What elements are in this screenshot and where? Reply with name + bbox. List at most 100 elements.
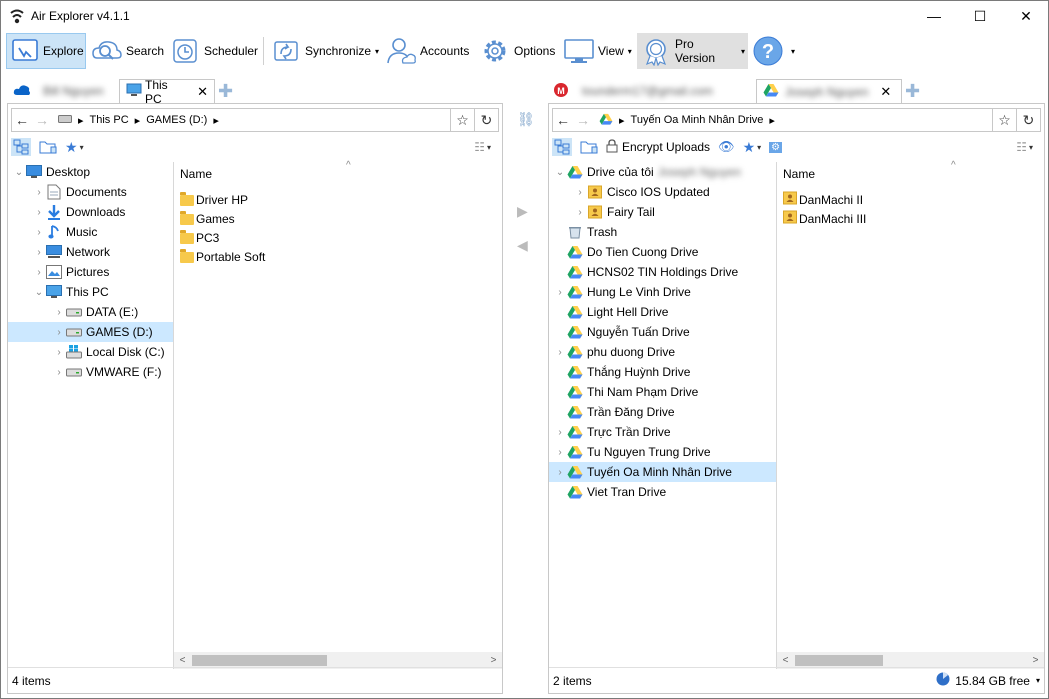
minimize-button[interactable]: —	[911, 1, 957, 31]
tree-item[interactable]: › VMWARE (F:)	[8, 362, 173, 382]
scroll-right-arrow-icon[interactable]: >	[485, 655, 502, 666]
tree-item[interactable]: › Tu Nguyen Trung Drive	[549, 442, 776, 462]
favorite-star-icon[interactable]: ☆	[992, 109, 1016, 131]
help-button[interactable]: ? ▾	[749, 33, 798, 69]
favorites-star-dropdown-icon[interactable]: ★ ▾	[743, 139, 762, 156]
expand-chevron-icon[interactable]: ›	[553, 347, 567, 358]
list-item[interactable]: Portable Soft	[180, 247, 265, 266]
view-mode-dropdown-icon[interactable]: ☷ ▾	[474, 140, 491, 154]
expand-chevron-icon[interactable]: ›	[32, 187, 46, 198]
expand-chevron-icon[interactable]: ›	[553, 287, 567, 298]
encrypt-uploads-toggle[interactable]: Encrypt Uploads	[606, 138, 710, 156]
scheduler-button[interactable]: Scheduler	[166, 33, 261, 69]
tab-mega-account[interactable]: M tounderm17@gmail.com	[548, 79, 754, 103]
expand-chevron-icon[interactable]: ›	[573, 187, 587, 198]
scroll-right-arrow-icon[interactable]: >	[1027, 655, 1044, 666]
tree-item[interactable]: Trần Đăng Drive	[549, 402, 776, 422]
back-arrow-icon[interactable]: ←	[12, 112, 32, 128]
tab-google-drive-account[interactable]: Joseph Nguyen ✕	[756, 79, 902, 103]
view-mode-dropdown-icon[interactable]: ☷ ▾	[1016, 140, 1033, 154]
copy-to-left-arrow-icon[interactable]: ◀	[517, 237, 528, 254]
expand-chevron-icon[interactable]: ›	[52, 347, 66, 358]
tree-item[interactable]: › Tuyến Oa Minh Nhân Drive	[549, 462, 776, 482]
tree-item[interactable]: › Pictures	[8, 262, 173, 282]
tree-item[interactable]: › Documents	[8, 182, 173, 202]
tree-item[interactable]: ⌄ This PC	[8, 282, 173, 302]
maximize-button[interactable]: ☐	[957, 1, 1003, 31]
tree-item[interactable]: › Fairy Tail	[549, 202, 776, 222]
add-tab-icon[interactable]: ✚	[218, 81, 233, 102]
title-bar[interactable]: Air Explorer v4.1.1 — ☐ ✕	[1, 1, 1048, 31]
tree-item[interactable]: Nguyễn Tuấn Drive	[549, 322, 776, 342]
tree-item[interactable]: Light Hell Drive	[549, 302, 776, 322]
scrollbar-thumb[interactable]	[795, 655, 883, 666]
expand-chevron-icon[interactable]: ›	[553, 427, 567, 438]
pro-version-button[interactable]: Pro Version ▾	[637, 33, 748, 69]
expand-chevron-icon[interactable]: ›	[573, 207, 587, 218]
expand-chevron-icon[interactable]: ›	[553, 467, 567, 478]
tree-item[interactable]: › Network	[8, 242, 173, 262]
list-item[interactable]: DanMachi III	[783, 209, 866, 228]
tab-onedrive-account[interactable]: Bill Nguyen	[7, 79, 119, 103]
tree-item[interactable]: Viet Tran Drive	[549, 482, 776, 502]
favorites-star-dropdown-icon[interactable]: ★ ▾	[65, 139, 84, 156]
expand-chevron-icon[interactable]: ›	[52, 327, 66, 338]
collapse-chevron-icon[interactable]: ⌄	[12, 167, 26, 178]
list-item[interactable]: PC3	[180, 228, 219, 247]
collapse-chevron-icon[interactable]: ⌄	[553, 167, 567, 178]
close-tab-icon[interactable]: ✕	[197, 84, 208, 100]
new-folder-icon[interactable]	[39, 139, 57, 155]
scroll-left-arrow-icon[interactable]: <	[174, 655, 191, 666]
expand-chevron-icon[interactable]: ›	[32, 207, 46, 218]
list-item[interactable]: DanMachi II	[783, 190, 863, 209]
tree-item[interactable]: HCNS02 TIN Holdings Drive	[549, 262, 776, 282]
tree-item[interactable]: › Trực Trần Drive	[549, 422, 776, 442]
explore-button[interactable]: Explore	[6, 33, 86, 69]
close-window-button[interactable]: ✕	[1003, 1, 1049, 31]
expand-chevron-icon[interactable]: ›	[52, 307, 66, 318]
expand-chevron-icon[interactable]: ›	[52, 367, 66, 378]
scrollbar-thumb[interactable]	[192, 655, 327, 666]
refresh-icon[interactable]: ↻	[474, 109, 498, 131]
tree-item[interactable]: › DATA (E:)	[8, 302, 173, 322]
tree-view-toggle-icon[interactable]	[11, 138, 31, 156]
accounts-button[interactable]: Accounts	[382, 33, 472, 69]
tree-view-toggle-icon[interactable]	[552, 138, 572, 156]
view-button[interactable]: View ▾	[560, 33, 635, 69]
tree-item[interactable]: › GAMES (D:)	[8, 322, 173, 342]
tree-item[interactable]: Trash	[549, 222, 776, 242]
free-space-indicator[interactable]: 15.84 GB free ▾	[936, 672, 1040, 689]
tree-item[interactable]: Do Tien Cuong Drive	[549, 242, 776, 262]
new-folder-icon[interactable]	[580, 139, 598, 155]
name-column-header[interactable]: Name ^	[777, 160, 1044, 184]
back-arrow-icon[interactable]: ←	[553, 112, 573, 128]
name-column-header[interactable]: Name ^	[174, 160, 502, 184]
expand-chevron-icon[interactable]: ›	[553, 447, 567, 458]
expand-chevron-icon[interactable]: ›	[32, 267, 46, 278]
tree-item[interactable]: › Cisco IOS Updated	[549, 182, 776, 202]
expand-chevron-icon[interactable]: ›	[32, 227, 46, 238]
favorite-star-icon[interactable]: ☆	[450, 109, 474, 131]
tree-item[interactable]: Thi Nam Phạm Drive	[549, 382, 776, 402]
synchronize-button[interactable]: Synchronize ▾	[267, 33, 382, 69]
tree-item[interactable]: › Music	[8, 222, 173, 242]
close-tab-icon[interactable]: ✕	[880, 84, 891, 100]
tab-this-pc[interactable]: This PC ✕	[119, 78, 215, 106]
tree-item[interactable]: ⌄ Desktop	[8, 162, 173, 182]
expand-chevron-icon[interactable]: ›	[32, 247, 46, 258]
tree-item[interactable]: ⌄ Drive của tôi Joseph Nguyen	[549, 162, 776, 182]
view-options-eye-icon[interactable]: 👁	[718, 139, 735, 155]
scroll-left-arrow-icon[interactable]: <	[777, 655, 794, 666]
account-settings-gear-icon[interactable]: ⚙	[769, 141, 783, 153]
list-item[interactable]: Driver HP	[180, 190, 248, 209]
copy-to-right-arrow-icon[interactable]: ▶	[517, 203, 528, 220]
tree-item[interactable]: › Hung Le Vinh Drive	[549, 282, 776, 302]
tree-item[interactable]: › Downloads	[8, 202, 173, 222]
breadcrumb-this-pc[interactable]: This PC	[90, 114, 129, 126]
refresh-icon[interactable]: ↻	[1016, 109, 1040, 131]
collapse-chevron-icon[interactable]: ⌄	[32, 287, 46, 298]
forward-arrow-icon[interactable]: →	[573, 112, 593, 128]
breadcrumb-current-drive[interactable]: Tuyến Oa Minh Nhân Drive	[631, 114, 764, 126]
add-tab-icon[interactable]: ✚	[905, 81, 920, 102]
tree-item[interactable]: › Local Disk (C:)	[8, 342, 173, 362]
